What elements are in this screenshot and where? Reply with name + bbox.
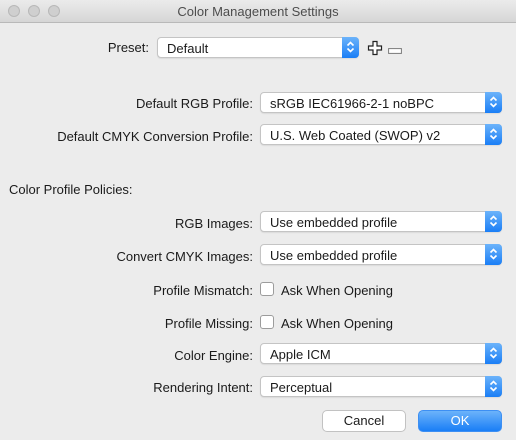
plus-icon bbox=[367, 40, 383, 56]
title-bar: Color Management Settings bbox=[0, 0, 516, 23]
policies-heading: Color Profile Policies: bbox=[9, 182, 133, 197]
color-engine-label: Color Engine: bbox=[174, 348, 253, 363]
default-cmyk-value: U.S. Web Coated (SWOP) v2 bbox=[270, 128, 441, 143]
default-cmyk-select[interactable]: U.S. Web Coated (SWOP) v2 bbox=[260, 124, 502, 145]
rgb-images-label: RGB Images: bbox=[174, 216, 253, 231]
color-engine-value: Apple ICM bbox=[270, 347, 331, 362]
profile-mismatch-checkbox[interactable] bbox=[260, 282, 274, 296]
rgb-images-select[interactable]: Use embedded profile bbox=[260, 211, 502, 232]
default-rgb-select[interactable]: sRGB IEC61966-2-1 noBPC bbox=[260, 92, 502, 113]
chevron-updown-icon bbox=[485, 244, 502, 265]
cancel-button[interactable]: Cancel bbox=[322, 410, 406, 432]
profile-mismatch-label: Profile Mismatch: bbox=[153, 283, 253, 298]
preset-select[interactable]: Default bbox=[157, 37, 359, 58]
rgb-images-value: Use embedded profile bbox=[270, 215, 398, 230]
minus-icon bbox=[388, 48, 402, 54]
default-rgb-label: Default RGB Profile: bbox=[135, 96, 253, 111]
convert-cmyk-label: Convert CMYK Images: bbox=[116, 249, 253, 264]
chevron-updown-icon bbox=[485, 211, 502, 232]
remove-preset-button[interactable] bbox=[388, 43, 402, 54]
convert-cmyk-select[interactable]: Use embedded profile bbox=[260, 244, 502, 265]
preset-label: Preset: bbox=[107, 40, 149, 55]
ok-button[interactable]: OK bbox=[418, 410, 502, 432]
profile-missing-checkbox[interactable] bbox=[260, 315, 274, 329]
profile-mismatch-checkbox-label[interactable]: Ask When Opening bbox=[281, 283, 393, 298]
default-cmyk-label: Default CMYK Conversion Profile: bbox=[57, 129, 253, 144]
chevron-updown-icon bbox=[485, 343, 502, 364]
chevron-updown-icon bbox=[485, 92, 502, 113]
rendering-intent-value: Perceptual bbox=[270, 380, 333, 395]
preset-value: Default bbox=[167, 41, 209, 56]
add-preset-button[interactable] bbox=[367, 40, 383, 56]
convert-cmyk-value: Use embedded profile bbox=[270, 248, 398, 263]
profile-missing-label: Profile Missing: bbox=[164, 316, 253, 331]
chevron-updown-icon bbox=[485, 376, 502, 397]
rendering-intent-label: Rendering Intent: bbox=[153, 380, 253, 395]
color-engine-select[interactable]: Apple ICM bbox=[260, 343, 502, 364]
default-rgb-value: sRGB IEC61966-2-1 noBPC bbox=[270, 96, 435, 111]
rendering-intent-select[interactable]: Perceptual bbox=[260, 376, 502, 397]
window-title: Color Management Settings bbox=[177, 4, 339, 19]
chevron-updown-icon bbox=[485, 124, 502, 145]
profile-missing-checkbox-label[interactable]: Ask When Opening bbox=[281, 316, 393, 331]
chevron-updown-icon bbox=[342, 37, 359, 58]
